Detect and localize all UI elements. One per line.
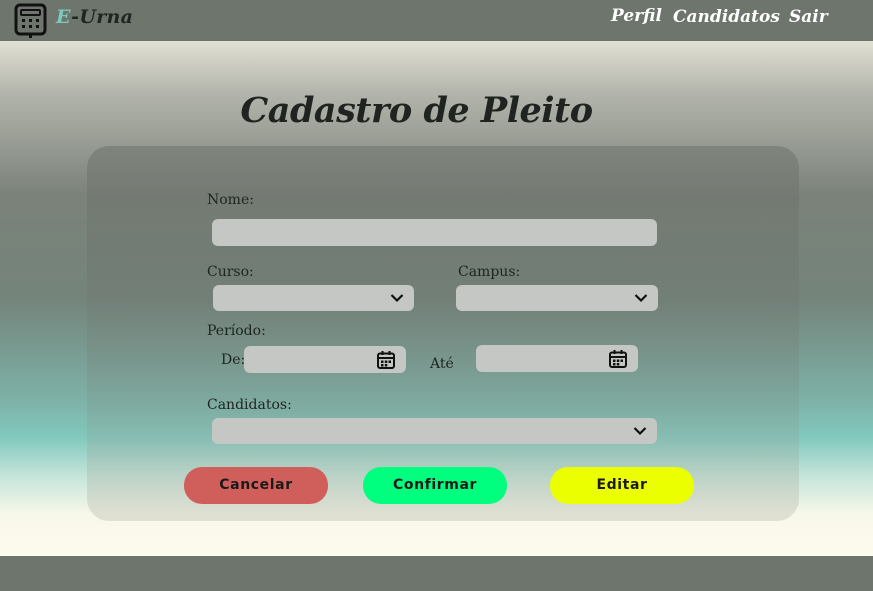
brand-first-letter: E — [56, 6, 72, 28]
candidatos-select[interactable] — [212, 418, 657, 444]
calendar-icon[interactable] — [376, 350, 396, 370]
ate-date-input[interactable] — [476, 345, 638, 372]
ate-label: Até — [430, 356, 454, 372]
nome-label: Nome: — [207, 192, 254, 208]
cancel-button[interactable]: Cancelar — [184, 467, 328, 504]
de-label: De: — [221, 352, 246, 368]
curso-select[interactable] — [213, 285, 414, 311]
footer — [0, 556, 873, 591]
brand-name[interactable]: E-Urna — [56, 5, 133, 29]
candidatos-label: Candidatos: — [207, 397, 292, 413]
campus-label: Campus: — [458, 264, 521, 280]
de-date-input[interactable] — [244, 346, 406, 373]
curso-label: Curso: — [207, 264, 254, 280]
periodo-label: Período: — [207, 323, 266, 339]
edit-button[interactable]: Editar — [550, 467, 694, 504]
nav-link-candidatos[interactable]: Candidatos — [673, 6, 780, 28]
chevron-down-icon — [634, 294, 648, 303]
calendar-icon[interactable] — [608, 349, 628, 369]
nav-link-perfil[interactable]: Perfil — [611, 5, 662, 27]
brand-rest: -Urna — [71, 6, 134, 28]
form-card — [87, 146, 799, 521]
navbar: E-Urna Perfil Candidatos Sair — [0, 0, 873, 41]
chevron-down-icon — [390, 294, 404, 303]
main-content: Cadastro de Pleito Nome: Curso: Campus: … — [0, 41, 873, 556]
nav-link-sair[interactable]: Sair — [789, 6, 828, 28]
confirm-button[interactable]: Confirmar — [363, 467, 507, 504]
page-title: Cadastro de Pleito — [240, 90, 593, 131]
nome-input[interactable] — [212, 219, 657, 246]
chevron-down-icon — [633, 427, 647, 436]
campus-select[interactable] — [456, 285, 658, 311]
ballot-box-icon[interactable] — [14, 3, 47, 39]
